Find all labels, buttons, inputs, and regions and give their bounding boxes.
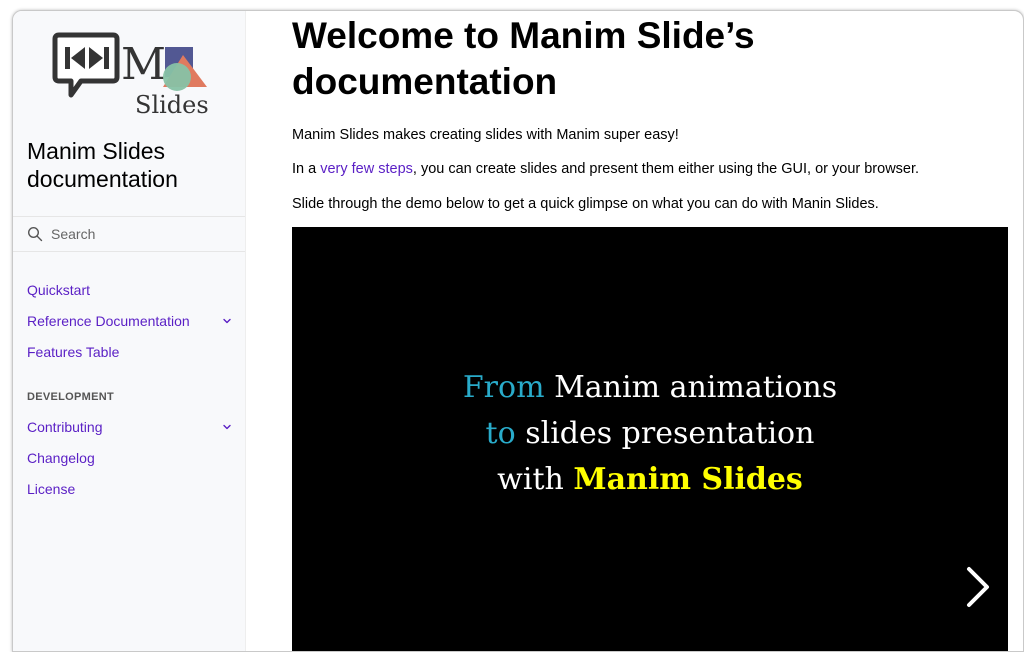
sidebar-item-features-table[interactable]: Features Table [27,341,239,363]
manim-slides-logo[interactable]: M Slides [51,31,211,119]
page-title: Welcome to Manim Slide’s documentation [292,15,755,102]
sidebar-item-license[interactable]: License [27,478,239,500]
demo-line-2: to slides presentation [292,411,1008,457]
demo-line-1: From Manim animations [292,365,1008,411]
demo-word-from: From [462,370,545,405]
intro-paragraph: Manim Slides makes creating slides with … [292,127,679,143]
demo-word-with: with [497,462,574,497]
logo-text: Slides [135,91,209,119]
chevron-down-icon[interactable] [221,315,233,327]
sidebar-item-label: Changelog [27,450,95,466]
browser-window: M Slides Manim Slides documentation Quic… [12,10,1024,652]
demo-intro-paragraph: Slide through the demo below to get a qu… [292,196,879,212]
demo-manim-slides: Manim Slides [573,462,803,497]
demo-slideshow[interactable]: From Manim animations to slides presenta… [292,227,1008,651]
sidebar-item-label: License [27,481,76,497]
chevron-right-icon[interactable] [960,565,994,609]
sidebar: M Slides Manim Slides documentation Quic… [13,11,246,651]
sidebar-caption-development: DEVELOPMENT [27,391,115,403]
search-input[interactable] [49,225,233,243]
demo-line-2-rest: slides presentation [515,416,815,451]
demo-line-1-rest: Manim animations [544,370,838,405]
search-box[interactable] [13,216,245,252]
sidebar-item-label: Quickstart [27,282,91,298]
search-icon [27,226,43,242]
sidebar-item-label: Features Table [27,344,120,360]
steps-paragraph: In a very few steps, you can create slid… [292,161,919,177]
sidebar-item-changelog[interactable]: Changelog [27,447,239,469]
sidebar-item-reference-documentation[interactable]: Reference Documentation [27,310,239,332]
sidebar-item-quickstart[interactable]: Quickstart [27,279,239,301]
svg-text:M: M [121,39,166,90]
sidebar-item-label: Contributing [27,419,103,435]
steps-suffix: , you can create slides and present them… [412,161,920,177]
demo-line-3: with Manim Slides [292,457,1008,503]
chevron-down-icon[interactable] [221,421,233,433]
steps-prefix: In a [292,161,321,177]
sidebar-item-label: Reference Documentation [27,313,190,329]
site-title[interactable]: Manim Slides documentation [27,137,237,193]
very-few-steps-link[interactable]: very few steps [320,161,413,177]
sidebar-item-contributing[interactable]: Contributing [27,416,239,438]
demo-word-to: to [485,416,516,451]
demo-slide-text: From Manim animations to slides presenta… [292,365,1008,503]
